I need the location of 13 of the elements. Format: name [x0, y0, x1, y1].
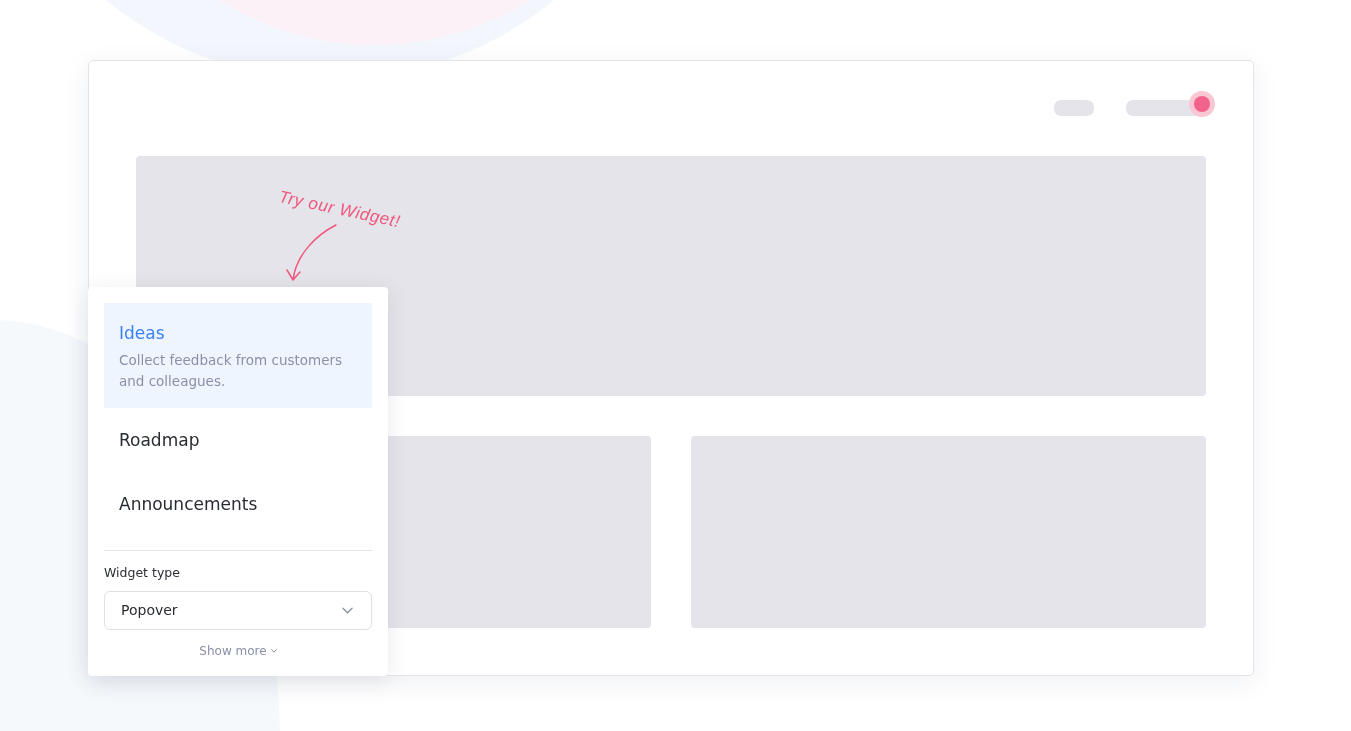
- chevron-down-icon: [270, 649, 277, 653]
- widget-type-select[interactable]: Popover: [104, 590, 372, 630]
- curved-arrow-icon: [286, 223, 340, 283]
- skeleton-bar: [1054, 100, 1094, 116]
- annotation-text: Try our Widget!: [276, 187, 403, 233]
- chevron-down-icon: [342, 606, 353, 614]
- menu-item-description: Collect feedback from customers and colleagues.: [119, 351, 344, 391]
- menu-item-title: Roadmap: [119, 429, 201, 452]
- field-label: Widget type: [104, 563, 181, 582]
- menu-item[interactable]: Roadmap: [104, 408, 372, 472]
- menu-item-title: Announcements: [119, 493, 259, 516]
- menu-item[interactable]: Announcements: [104, 472, 372, 536]
- menu-item-title: Ideas: [119, 322, 166, 345]
